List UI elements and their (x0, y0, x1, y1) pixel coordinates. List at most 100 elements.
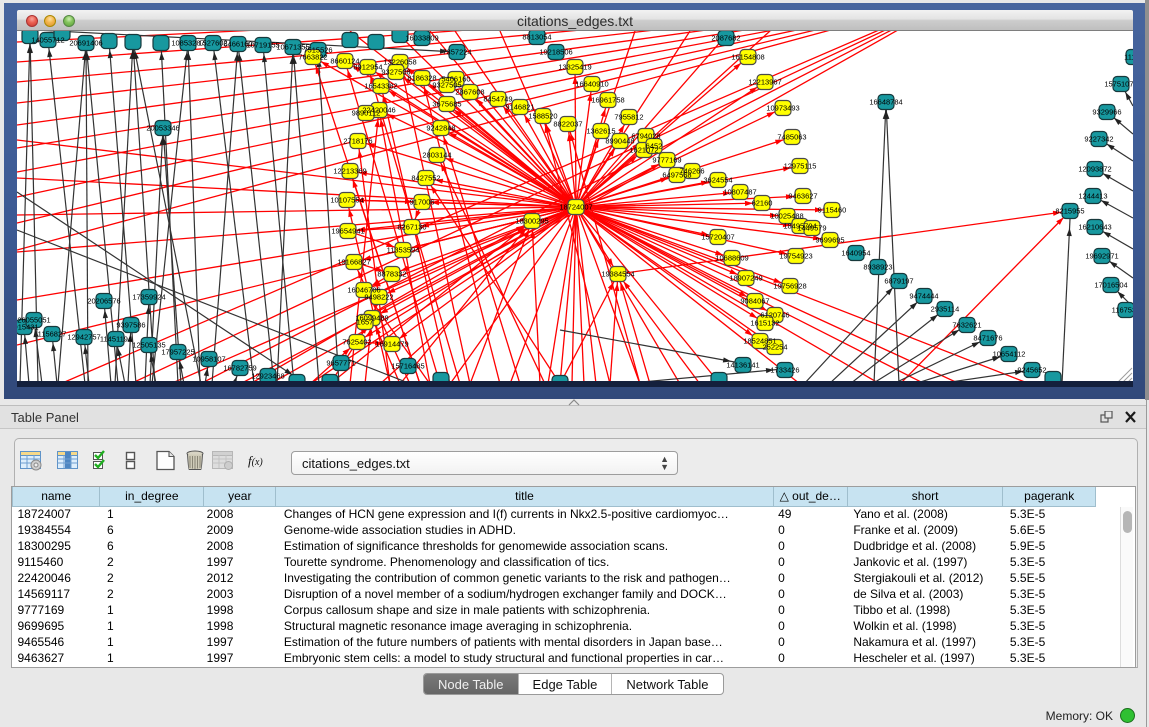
svg-text:1449579: 1449579 (797, 224, 826, 233)
svg-text:10688609: 10688609 (715, 254, 748, 263)
svg-text:8822037: 8822037 (553, 120, 582, 129)
svg-text:19166827: 19166827 (337, 258, 370, 267)
svg-text:9397586: 9397586 (116, 321, 145, 330)
svg-text:1733426: 1733426 (770, 366, 799, 375)
svg-text:19692971: 19692971 (1085, 252, 1118, 261)
svg-text:2087682: 2087682 (711, 34, 740, 43)
svg-text:16154808: 16154808 (731, 53, 764, 62)
svg-text:16914479: 16914479 (375, 340, 408, 349)
svg-text:11451194: 11451194 (100, 335, 132, 344)
svg-text:3675685: 3675685 (432, 100, 461, 109)
svg-text:16210643: 16210643 (1078, 223, 1111, 232)
svg-text:8813054: 8813054 (522, 33, 551, 42)
svg-text:2718176: 2718176 (343, 137, 372, 146)
svg-text:9327508: 9327508 (381, 68, 410, 77)
svg-text:9329966: 9329966 (1092, 108, 1121, 117)
svg-text:15716485: 15716485 (391, 362, 424, 371)
svg-text:f(x): f(x) (248, 453, 263, 468)
svg-text:13325419: 13325419 (558, 63, 591, 72)
svg-text:1640954: 1640954 (841, 249, 870, 258)
svg-text:16961758: 16961758 (591, 96, 624, 105)
svg-text:62160: 62160 (752, 199, 773, 208)
svg-text:9115460: 9115460 (818, 206, 847, 215)
svg-text:15751074: 15751074 (1104, 80, 1133, 89)
svg-text:16640910: 16640910 (575, 80, 608, 89)
svg-text:20053346: 20053346 (146, 124, 179, 133)
svg-text:9463627: 9463627 (788, 192, 817, 201)
svg-text:10973493: 10973493 (766, 104, 799, 113)
svg-text:7625402: 7625402 (342, 338, 371, 347)
svg-text:9084067: 9084067 (740, 297, 769, 306)
svg-text:16033809: 16033809 (405, 34, 438, 43)
svg-text:18724007: 18724007 (559, 203, 592, 212)
svg-text:17957225: 17957225 (161, 348, 194, 357)
svg-text:11173: 11173 (1124, 53, 1133, 62)
svg-text:17016504: 17016504 (1094, 281, 1127, 290)
svg-text:10107554: 10107554 (330, 196, 363, 205)
svg-text:26055051: 26055051 (17, 316, 50, 325)
svg-text:8267130: 8267130 (397, 223, 426, 232)
svg-text:19654941: 19654941 (331, 227, 364, 236)
svg-text:1615132: 1615132 (750, 319, 779, 328)
svg-text:6794028: 6794028 (631, 132, 660, 141)
svg-text:8878332: 8878332 (377, 270, 406, 279)
svg-text:2935114: 2935114 (931, 305, 960, 314)
svg-text:6879197: 6879197 (884, 277, 913, 286)
svg-text:9699695: 9699695 (815, 236, 844, 245)
svg-text:12923468: 12923468 (251, 372, 284, 381)
svg-text:9657771: 9657771 (326, 359, 355, 368)
svg-text:746266: 746266 (679, 167, 704, 176)
svg-text:10654112: 10654112 (993, 350, 1026, 359)
svg-text:10025488: 10025488 (770, 212, 803, 221)
svg-text:9227342: 9227342 (1084, 135, 1113, 144)
svg-text:9242848: 9242848 (426, 124, 455, 133)
svg-text:18300295: 18300295 (515, 217, 548, 226)
svg-text:10807487: 10807487 (723, 188, 756, 197)
svg-text:18907249: 18907249 (729, 274, 762, 283)
svg-text:20691406: 20691406 (69, 39, 102, 48)
svg-text:7485063: 7485063 (777, 133, 806, 142)
svg-text:9146821: 9146821 (505, 103, 534, 112)
svg-text:8938923: 8938923 (863, 263, 892, 272)
svg-text:8471676: 8471676 (973, 334, 1002, 343)
svg-text:11353594: 11353594 (387, 246, 420, 255)
svg-text:7357224: 7357224 (442, 48, 471, 57)
svg-text:12942757: 12942757 (67, 333, 100, 342)
svg-text:8912954: 8912954 (353, 63, 382, 72)
svg-text:8427552: 8427552 (411, 174, 440, 183)
svg-text:3624554: 3624554 (703, 176, 732, 185)
svg-text:14055712: 14055712 (31, 36, 64, 45)
svg-text:12213369: 12213369 (333, 167, 366, 176)
svg-text:1362615: 1362615 (586, 127, 615, 136)
svg-text:1156827: 1156827 (38, 330, 67, 339)
svg-text:9777169: 9777169 (652, 156, 681, 165)
svg-text:8990448: 8990448 (605, 137, 634, 146)
svg-text:19756928: 19756928 (773, 282, 806, 291)
svg-text:12975115: 12975115 (784, 162, 817, 171)
svg-text:9474444: 9474444 (909, 292, 938, 301)
svg-text:9498222: 9498222 (364, 293, 393, 302)
svg-text:16648784: 16648784 (869, 98, 902, 107)
svg-text:6452: 6452 (646, 142, 663, 151)
svg-text:7632621: 7632621 (952, 321, 981, 330)
svg-text:13226058: 13226058 (383, 58, 416, 67)
svg-text:12093872: 12093872 (1078, 165, 1111, 174)
svg-text:7955812: 7955812 (614, 113, 643, 122)
svg-text:12213967: 12213967 (748, 78, 781, 87)
svg-text:10719155: 10719155 (246, 41, 279, 50)
svg-text:917006: 917006 (409, 198, 434, 207)
svg-text:1244413: 1244413 (1078, 192, 1107, 201)
svg-text:14136141: 14136141 (726, 361, 759, 370)
svg-text:7663822: 7663822 (298, 53, 327, 62)
svg-text:10958107: 10958107 (192, 355, 225, 364)
svg-text:1657: 1657 (357, 318, 374, 327)
svg-text:9245652: 9245652 (1017, 366, 1046, 375)
svg-text:19218506: 19218506 (539, 48, 572, 57)
svg-text:16543382: 16543382 (364, 82, 397, 91)
svg-text:9890112: 9890112 (352, 109, 381, 118)
svg-text:15720407: 15720407 (701, 233, 734, 242)
svg-text:252254: 252254 (762, 343, 787, 352)
svg-text:2867608: 2867608 (455, 88, 484, 97)
svg-text:1167533: 1167533 (1112, 306, 1133, 315)
svg-text:17359924: 17359924 (132, 293, 165, 302)
